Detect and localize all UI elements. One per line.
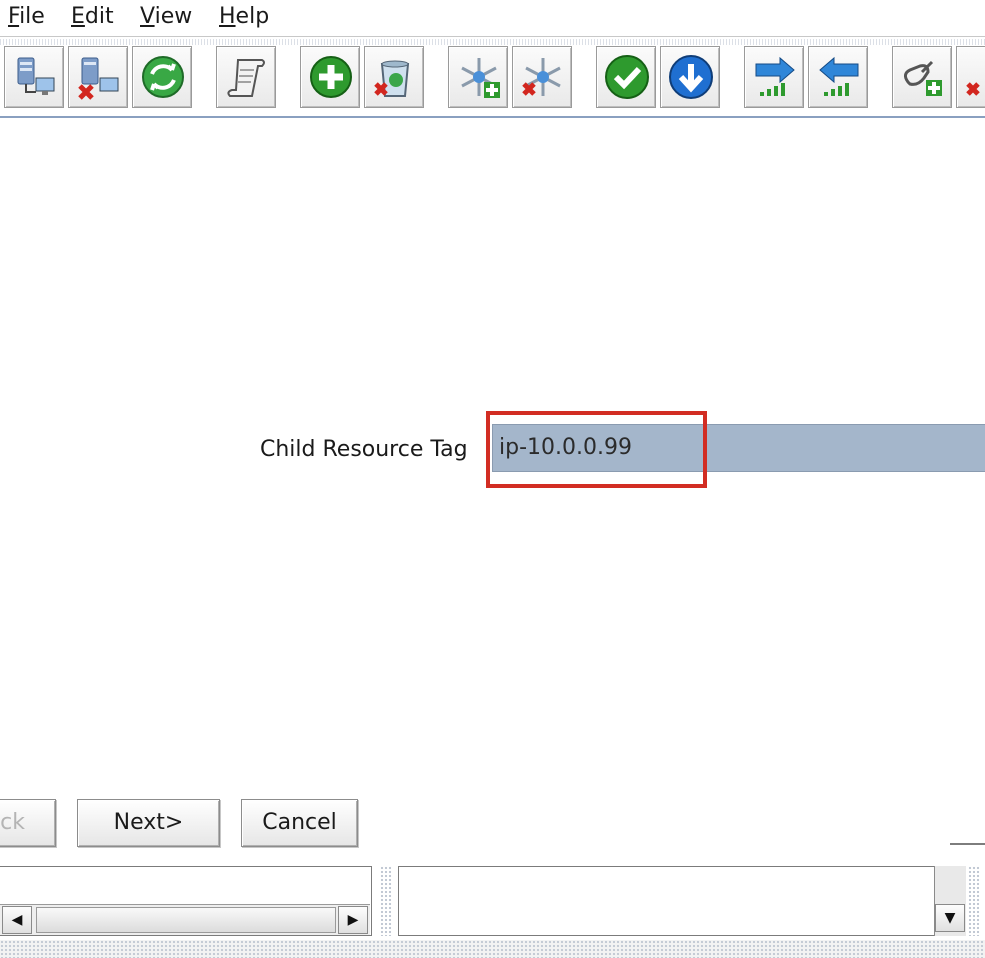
delete-trash-icon: [374, 60, 410, 97]
separator-line: [950, 843, 985, 845]
back-button[interactable]: ck: [0, 799, 56, 847]
delete-dependency-button[interactable]: [956, 46, 985, 108]
add-resource-icon: [461, 58, 500, 98]
out-of-service-button[interactable]: [660, 46, 720, 108]
menu-bar: File Edit View Help: [0, 0, 985, 34]
create-dependency-button[interactable]: [892, 46, 952, 108]
toolbar-separator: [0, 116, 985, 118]
vertical-scrollbar[interactable]: ▼: [934, 866, 966, 936]
delete-dependency-icon: [966, 82, 980, 96]
child-resource-tag-input[interactable]: ip-10.0.0.99: [492, 424, 985, 472]
extend-button[interactable]: [744, 46, 804, 108]
scroll-left-icon[interactable]: ◀: [2, 906, 32, 934]
remove-resource-button[interactable]: [512, 46, 572, 108]
script-button[interactable]: [216, 46, 276, 108]
unextend-left-icon: [819, 56, 859, 96]
unextend-button[interactable]: [808, 46, 868, 108]
add-button[interactable]: [300, 46, 360, 108]
scroll-right-icon[interactable]: ▶: [338, 906, 368, 934]
disconnect-server-button[interactable]: [68, 46, 128, 108]
create-dependency-icon: [903, 60, 942, 96]
split-pane-divider-right[interactable]: [968, 866, 980, 936]
refresh-button[interactable]: [132, 46, 192, 108]
child-resource-tag-label: Child Resource Tag: [260, 437, 468, 462]
next-button[interactable]: Next>: [77, 799, 220, 847]
right-output-panel: [398, 866, 966, 936]
scroll-down-icon[interactable]: ▼: [935, 904, 965, 932]
in-service-check-icon: [605, 55, 649, 99]
cancel-button[interactable]: Cancel: [241, 799, 358, 847]
extend-right-icon: [755, 56, 795, 96]
horizontal-scrollbar[interactable]: ◀ ▶: [0, 904, 370, 935]
toolbar-grip: [0, 39, 985, 45]
script-scroll-icon: [227, 59, 265, 97]
disconnect-server-icon: [78, 57, 119, 100]
in-service-button[interactable]: [596, 46, 656, 108]
delete-button[interactable]: [364, 46, 424, 108]
menu-help[interactable]: Help: [219, 4, 269, 30]
add-resource-button[interactable]: [448, 46, 508, 108]
connect-server-icon: [17, 57, 55, 95]
remove-resource-icon: [522, 58, 561, 96]
scroll-thumb[interactable]: [36, 907, 336, 933]
menu-file[interactable]: File: [8, 4, 45, 30]
menu-view[interactable]: View: [140, 4, 192, 30]
menu-edit[interactable]: Edit: [71, 4, 114, 30]
split-pane-divider[interactable]: [380, 866, 392, 936]
connect-server-button[interactable]: [4, 46, 64, 108]
status-bar: [0, 940, 985, 958]
out-of-service-icon: [669, 55, 713, 99]
refresh-icon: [142, 56, 184, 98]
add-icon: [310, 56, 352, 98]
